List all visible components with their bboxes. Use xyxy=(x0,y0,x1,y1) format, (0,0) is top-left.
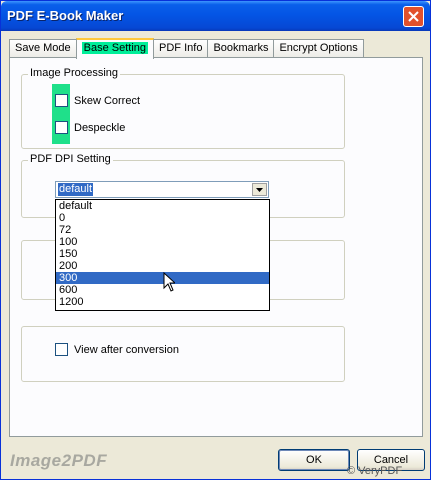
window-title: PDF E-Book Maker xyxy=(7,8,124,23)
tab-base-setting[interactable]: Base Setting xyxy=(75,38,155,59)
tab-save-mode[interactable]: Save Mode xyxy=(9,39,77,58)
close-button[interactable] xyxy=(403,6,424,27)
mouse-cursor-icon xyxy=(163,272,175,292)
dialog-window: PDF E-Book Maker Save Mode Base Setting … xyxy=(0,0,431,480)
despeckle-label: Despeckle xyxy=(74,121,126,134)
tab-pdf-info[interactable]: PDF Info xyxy=(153,39,209,58)
dropdown-button[interactable] xyxy=(252,183,267,196)
dpi-option[interactable]: 100 xyxy=(56,236,269,248)
tab-label: Save Mode xyxy=(15,42,71,54)
tab-label: Encrypt Options xyxy=(279,42,358,54)
dpi-option[interactable]: default xyxy=(56,200,269,212)
dpi-option[interactable]: 200 xyxy=(56,260,269,272)
brand-logo-text: Image2PDF xyxy=(10,451,108,470)
skew-correct-label: Skew Correct xyxy=(74,94,141,107)
view-after-checkbox[interactable] xyxy=(55,343,68,356)
title-bar[interactable]: PDF E-Book Maker xyxy=(1,1,430,31)
tab-label: Base Setting xyxy=(81,42,149,54)
despeckle-option[interactable]: Despeckle xyxy=(55,121,125,134)
tab-encrypt-options[interactable]: Encrypt Options xyxy=(273,39,364,58)
dpi-select[interactable]: default xyxy=(55,181,269,198)
group-label-image-processing: Image Processing xyxy=(28,67,121,79)
tab-label: PDF Info xyxy=(159,42,203,54)
dpi-dropdown-list: default 0 72 100 150 200 300 600 1200 xyxy=(55,199,270,311)
group-label-pdf-dpi: PDF DPI Setting xyxy=(28,153,113,165)
view-after-label: View after conversion xyxy=(74,343,179,356)
tab-label: Bookmarks xyxy=(213,42,269,54)
skew-correct-option[interactable]: Skew Correct xyxy=(55,94,140,107)
watermark-text: © VeryPDF xyxy=(347,465,403,477)
dpi-option[interactable]: 72 xyxy=(56,224,269,236)
skew-correct-checkbox[interactable] xyxy=(55,94,68,107)
dpi-option[interactable]: 0 xyxy=(56,212,269,224)
dpi-select-value: default xyxy=(58,183,94,196)
checkbox-highlight xyxy=(52,84,70,144)
close-icon xyxy=(408,11,419,22)
ok-button-label: OK xyxy=(306,454,322,466)
dpi-option[interactable]: 1200 xyxy=(56,296,269,308)
chevron-down-icon xyxy=(256,187,263,192)
ok-button[interactable]: OK xyxy=(278,449,350,471)
view-after-option[interactable]: View after conversion xyxy=(55,343,179,356)
despeckle-checkbox[interactable] xyxy=(55,121,68,134)
tab-strip: Save Mode Base Setting PDF Info Bookmark… xyxy=(9,38,364,59)
dpi-option[interactable]: 150 xyxy=(56,248,269,260)
tab-bookmarks[interactable]: Bookmarks xyxy=(207,39,275,58)
